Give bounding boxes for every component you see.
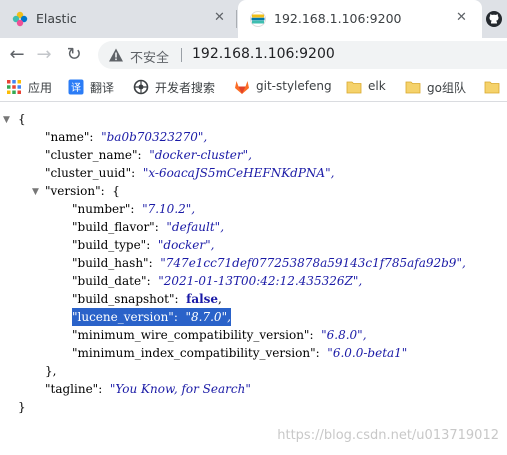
- json-line: "number": "7.10.2",: [72, 200, 195, 218]
- tab-title: 192.168.1.106:9200: [274, 11, 402, 26]
- back-button[interactable]: ←: [6, 44, 28, 66]
- json-line: "version": {: [45, 182, 120, 200]
- json-value: "7.10.2",: [142, 202, 196, 216]
- json-line: "build_type": "docker",: [72, 236, 214, 254]
- security-label[interactable]: 不安全: [130, 47, 169, 66]
- watermark: https://blog.csdn.net/u013719012: [277, 428, 499, 443]
- json-brace: },: [45, 364, 57, 378]
- gitlab-icon: [235, 81, 249, 94]
- warning-icon[interactable]: [108, 47, 124, 63]
- json-line: "build_snapshot": false,: [72, 290, 222, 308]
- json-value: "2021-01-13T00:42:12.435326Z",: [158, 274, 363, 288]
- json-key: "build_date":: [72, 274, 151, 288]
- json-value: "6.8.0",: [321, 328, 367, 342]
- svg-text:译: 译: [71, 82, 81, 94]
- tab-title: Elastic: [36, 11, 77, 26]
- json-value: "You Know, for Search": [109, 382, 251, 396]
- json-line: "name": "ba0b70323270",: [45, 128, 207, 146]
- bookmark-label: elk: [368, 79, 386, 93]
- json-value: "default",: [166, 220, 225, 234]
- close-tab-icon[interactable]: ✕: [214, 10, 225, 26]
- bookmark-label: git-stylefeng: [256, 79, 332, 93]
- json-line: "minimum_wire_compatibility_version": "6…: [72, 326, 367, 344]
- json-key: "minimum_index_compatibility_version":: [72, 346, 320, 360]
- json-line: "build_hash": "747e1cc71def077253878a591…: [72, 254, 466, 272]
- address-bar[interactable]: 不安全 192.168.1.106:9200: [98, 41, 507, 69]
- json-key: "number":: [72, 202, 135, 216]
- json-line: }: [18, 398, 26, 416]
- json-value: "6.0.0-beta1": [327, 346, 408, 360]
- json-value: "docker",: [157, 238, 215, 252]
- json-line: "cluster_uuid": "x-6oacaJS5mCeHEFNKdPNA"…: [45, 164, 334, 182]
- reload-button[interactable]: ↻: [63, 44, 85, 66]
- json-key: "version":: [45, 184, 105, 198]
- json-value: false: [186, 292, 219, 306]
- json-value: "8.7.0",: [185, 310, 231, 324]
- json-value: "ba0b70323270",: [101, 130, 208, 144]
- json-line: "minimum_index_compatibility_version": "…: [72, 344, 407, 362]
- translate-icon: 译: [68, 79, 84, 95]
- json-line: "cluster_name": "docker-cluster",: [45, 146, 252, 164]
- folder-icon: [346, 81, 362, 94]
- close-tab-icon[interactable]: ✕: [456, 10, 467, 26]
- json-value: "x-6oacaJS5mCeHEFNKdPNA",: [142, 166, 335, 180]
- tab-strip: Elastic ✕ 192.168.1.106:9200 ✕: [0, 0, 507, 38]
- bookmarks-bar: 应用 译 翻译 开发者搜索 git-stylefeng elk go组队: [0, 72, 507, 102]
- forward-button[interactable]: →: [33, 44, 55, 66]
- collapse-toggle-icon[interactable]: ▼: [32, 187, 39, 197]
- bookmark-label: 开发者搜索: [155, 81, 216, 95]
- elastic-icon: [250, 11, 266, 27]
- json-line: "tagline": "You Know, for Search": [45, 380, 251, 398]
- json-key: "build_hash":: [72, 256, 153, 270]
- json-brace: {: [18, 112, 26, 126]
- divider: [181, 48, 182, 62]
- json-key: "tagline":: [45, 382, 103, 396]
- apps-grid-icon: [7, 80, 21, 94]
- json-line: {: [18, 110, 26, 128]
- tab-active-elastic-api[interactable]: 192.168.1.106:9200 ✕: [238, 0, 482, 38]
- folder-icon: [484, 81, 500, 94]
- toolbar: ← → ↻ 不安全 192.168.1.106:9200: [0, 38, 507, 72]
- folder-icon: [405, 81, 421, 94]
- json-key: "build_type":: [72, 238, 151, 252]
- json-key: "lucene_version":: [72, 310, 178, 324]
- elastic-icon: [12, 11, 28, 27]
- json-brace: {: [112, 184, 120, 198]
- tab-separator: [236, 10, 237, 28]
- json-key: "build_flavor":: [72, 220, 159, 234]
- url-text[interactable]: 192.168.1.106:9200: [192, 46, 335, 62]
- json-key: "cluster_uuid":: [45, 166, 136, 180]
- json-comma: ,: [218, 292, 222, 306]
- json-key: "minimum_wire_compatibility_version":: [72, 328, 314, 342]
- json-brace: }: [18, 400, 26, 414]
- bookmark-label: go组队: [427, 81, 466, 95]
- github-icon[interactable]: [486, 11, 502, 27]
- json-viewer: ▼ { "name": "ba0b70323270", "cluster_nam…: [0, 102, 507, 455]
- json-line-selected[interactable]: "lucene_version": "8.7.0",: [72, 308, 231, 326]
- bookmark-label: 翻译: [90, 81, 115, 95]
- json-key: "name":: [45, 130, 94, 144]
- json-line: },: [45, 362, 56, 380]
- json-line: "build_flavor": "default",: [72, 218, 224, 236]
- collapse-toggle-icon[interactable]: ▼: [3, 115, 10, 125]
- bookmark-label: 应用: [28, 81, 53, 95]
- dev-search-icon: [133, 79, 149, 95]
- json-key: "build_snapshot":: [72, 292, 179, 306]
- tab-elastic[interactable]: Elastic ✕: [0, 0, 238, 38]
- json-value: "747e1cc71def077253878a59143c1f785afa92b…: [160, 256, 466, 270]
- json-key: "cluster_name":: [45, 148, 142, 162]
- json-line: "build_date": "2021-01-13T00:42:12.43532…: [72, 272, 362, 290]
- json-value: "docker-cluster",: [149, 148, 252, 162]
